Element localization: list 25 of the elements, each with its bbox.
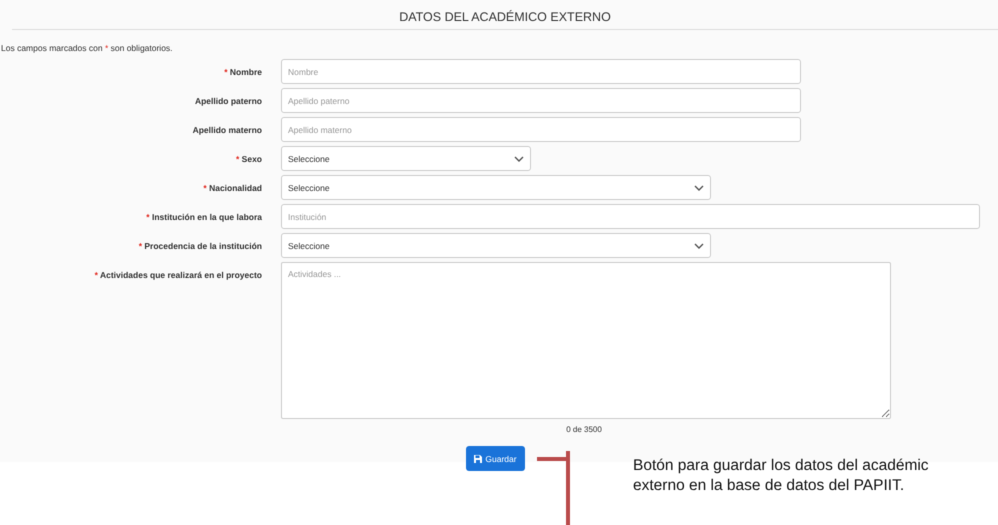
field-label: * Institución en la que labora — [145, 211, 262, 224]
field-label: * Nombre — [223, 66, 262, 79]
save-icon — [474, 454, 482, 462]
character-counter: 0 de 3500 — [566, 425, 602, 434]
field-label: * Nacionalidad — [202, 182, 262, 195]
text-area[interactable]: Actividades ... — [281, 262, 891, 419]
select-field[interactable]: Seleccione — [281, 175, 711, 200]
field-label: * Actividades que realizará en el proyecto — [94, 269, 262, 282]
field-label: * Sexo — [234, 153, 262, 166]
annotation-text: Botón para guardar los datos del académic externo en la base de datos del PAPIIT. — [633, 456, 929, 496]
save-button[interactable]: Guardar — [466, 446, 525, 471]
input-field[interactable]: Nombre — [281, 59, 801, 84]
select-field[interactable]: Seleccione — [281, 233, 711, 258]
input-field[interactable]: Institución — [281, 204, 980, 229]
chevron-down-icon — [694, 184, 704, 190]
field-label: * Procedencia de la institución — [138, 240, 262, 253]
chevron-down-icon — [514, 156, 524, 162]
required-note: Los campos marcados con * son obligatorios. — [1, 43, 174, 53]
form-title: DATOS DEL ACADÉMICO EXTERNO — [12, 8, 998, 30]
field-label: Apellido materno — [192, 124, 262, 137]
input-field[interactable]: Apellido paterno — [281, 88, 801, 113]
select-field[interactable]: Seleccione — [281, 146, 531, 171]
chevron-down-icon — [694, 242, 704, 248]
input-field[interactable]: Apellido materno — [281, 117, 801, 142]
field-label: Apellido paterno — [194, 95, 262, 108]
